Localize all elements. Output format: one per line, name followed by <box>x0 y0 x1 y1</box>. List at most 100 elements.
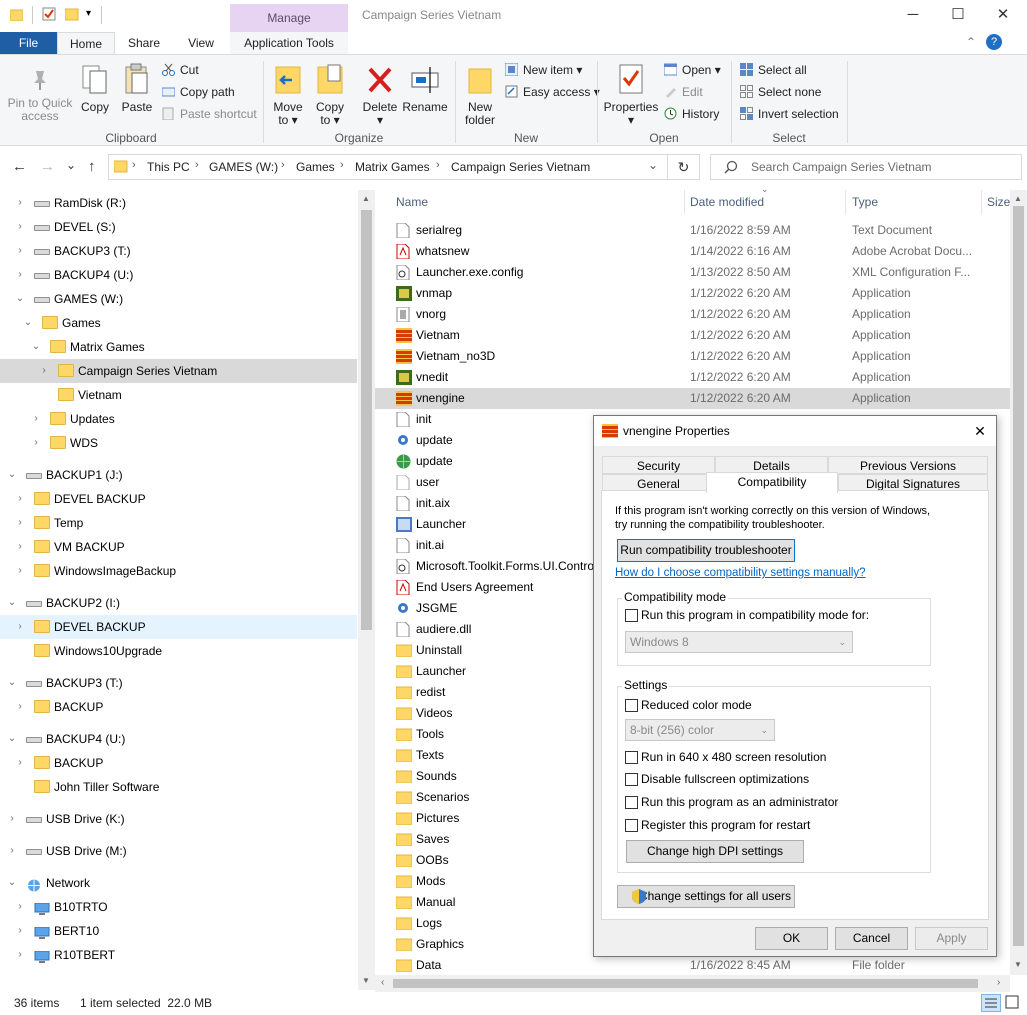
expand-chevron-icon[interactable]: › <box>6 807 18 831</box>
new-item-button[interactable]: New item ▾ <box>504 61 582 79</box>
tree-item[interactable]: › BACKUP <box>0 695 357 719</box>
tab-file[interactable]: File <box>0 32 57 54</box>
tab-view[interactable]: View <box>178 32 224 54</box>
fullscreen-opt-checkbox[interactable] <box>625 773 638 786</box>
change-dpi-button[interactable]: Change high DPI settings <box>626 840 804 863</box>
collapse-chevron-icon[interactable]: ⌄ <box>6 871 18 895</box>
expand-chevron-icon[interactable]: › <box>14 511 26 535</box>
tree-item[interactable]: ⌄ BACKUP2 (I:) <box>0 591 357 615</box>
forward-arrow-icon[interactable]: → <box>40 158 55 175</box>
collapse-chevron-icon[interactable]: ⌄ <box>14 287 26 311</box>
expand-chevron-icon[interactable]: › <box>6 839 18 863</box>
tab-compatibility[interactable]: Compatibility <box>706 472 838 493</box>
collapse-chevron-icon[interactable]: ⌄ <box>30 335 42 359</box>
tree-item[interactable]: ⌄ BACKUP3 (T:) <box>0 671 357 695</box>
expand-chevron-icon[interactable]: › <box>14 751 26 775</box>
file-row[interactable]: Vietnam 1/12/2022 6:20 AM Application <box>375 325 1010 346</box>
file-row[interactable]: Vietnam_no3D 1/12/2022 6:20 AM Application <box>375 346 1010 367</box>
ribbon-collapse-icon[interactable]: ⌃ <box>966 35 976 49</box>
paste-button[interactable]: Paste <box>120 63 154 114</box>
tree-item[interactable]: › WindowsImageBackup <box>0 559 357 583</box>
paste-shortcut-button[interactable]: Paste shortcut <box>162 105 257 123</box>
run-troubleshooter-button[interactable]: Run compatibility troubleshooter <box>617 539 795 562</box>
tree-item[interactable]: › USB Drive (K:) <box>0 807 357 831</box>
quick-access-dropdown-icon[interactable]: ▾ <box>86 8 91 19</box>
properties-quick-icon[interactable] <box>42 7 56 21</box>
edit-button[interactable]: Edit <box>664 83 703 101</box>
maximize-button[interactable]: ☐ <box>935 0 981 30</box>
open-button[interactable]: Open ▾ <box>663 61 721 79</box>
breadcrumb-campaign-series-vietnam[interactable]: Campaign Series Vietnam <box>451 160 590 174</box>
large-icons-view-icon[interactable] <box>1003 994 1023 1012</box>
expand-chevron-icon[interactable]: › <box>30 431 42 455</box>
properties-button[interactable]: Properties ▾ <box>603 63 659 127</box>
breadcrumb-matrix-games[interactable]: Matrix Games <box>355 160 430 174</box>
details-view-icon[interactable] <box>981 994 1001 1012</box>
expand-chevron-icon[interactable]: › <box>14 487 26 511</box>
invert-selection-button[interactable]: Invert selection <box>740 105 839 123</box>
breadcrumb-chevron-icon[interactable]: › <box>436 159 440 171</box>
back-arrow-icon[interactable]: ← <box>12 158 27 175</box>
tab-previous-versions[interactable]: Previous Versions <box>828 456 988 474</box>
tree-item[interactable]: Windows10Upgrade <box>0 639 357 663</box>
tree-item[interactable]: ⌄ Network <box>0 871 357 895</box>
tree-item[interactable]: › DEVEL BACKUP <box>0 615 357 639</box>
expand-chevron-icon[interactable]: › <box>14 943 26 967</box>
tree-item[interactable]: › B10TRTO <box>0 895 357 919</box>
expand-chevron-icon[interactable]: › <box>14 919 26 943</box>
tree-item[interactable]: › R10TBERT <box>0 943 357 967</box>
ok-button[interactable]: OK <box>755 927 828 950</box>
file-row[interactable]: vnengine 1/12/2022 6:20 AM Application <box>375 388 1010 409</box>
cancel-button[interactable]: Cancel <box>835 927 908 950</box>
help-icon[interactable]: ? <box>986 34 1002 50</box>
delete-button[interactable]: Delete ▾ <box>361 63 399 127</box>
breadcrumb-games-drive[interactable]: GAMES (W:) <box>209 160 278 174</box>
file-row[interactable]: Data 1/16/2022 8:45 AM File folder <box>375 955 1010 975</box>
manual-settings-link[interactable]: How do I choose compatibility settings m… <box>615 567 866 579</box>
run-as-admin-checkbox[interactable] <box>625 796 638 809</box>
compat-mode-checkbox[interactable] <box>625 609 638 622</box>
address-dropdown-icon[interactable]: ⌄ <box>648 158 658 172</box>
change-all-users-button[interactable]: Change settings for all users <box>617 885 795 908</box>
expand-chevron-icon[interactable]: › <box>30 407 42 431</box>
tree-item[interactable]: › BERT10 <box>0 919 357 943</box>
breadcrumb-this-pc[interactable]: This PC <box>147 160 190 174</box>
cut-button[interactable]: Cut <box>162 61 199 79</box>
collapse-chevron-icon[interactable]: ⌄ <box>6 591 18 615</box>
tree-item[interactable]: › DEVEL BACKUP <box>0 487 357 511</box>
expand-chevron-icon[interactable]: › <box>38 359 50 383</box>
minimize-button[interactable]: ─ <box>890 0 936 30</box>
breadcrumb-chevron-icon[interactable]: › <box>195 159 199 171</box>
expand-chevron-icon[interactable]: › <box>14 559 26 583</box>
tab-share[interactable]: Share <box>120 32 168 54</box>
breadcrumb-chevron-icon[interactable]: › <box>340 159 344 171</box>
color-depth-select[interactable]: 8-bit (256) color ⌄ <box>625 719 775 741</box>
tree-item[interactable]: › BACKUP3 (T:) <box>0 239 357 263</box>
compat-os-select[interactable]: Windows 8 ⌄ <box>625 631 853 653</box>
expand-chevron-icon[interactable]: › <box>14 215 26 239</box>
tree-item[interactable]: › Campaign Series Vietnam <box>0 359 357 383</box>
tree-item[interactable]: › BACKUP4 (U:) <box>0 263 357 287</box>
navigation-scrollbar[interactable]: ▲ ▼ <box>358 190 375 990</box>
manage-context-tab[interactable]: Manage <box>230 4 348 32</box>
history-button[interactable]: History <box>664 105 719 123</box>
tree-item[interactable]: ⌄ Matrix Games <box>0 335 357 359</box>
tree-item[interactable]: John Tiller Software <box>0 775 357 799</box>
rename-button[interactable]: Rename <box>402 63 448 114</box>
expand-chevron-icon[interactable]: › <box>14 535 26 559</box>
res-640-checkbox[interactable] <box>625 751 638 764</box>
register-restart-checkbox[interactable] <box>625 819 638 832</box>
expand-chevron-icon[interactable]: › <box>14 191 26 215</box>
file-row[interactable]: vnorg 1/12/2022 6:20 AM Application <box>375 304 1010 325</box>
collapse-chevron-icon[interactable]: ⌄ <box>6 463 18 487</box>
up-arrow-icon[interactable]: ↑ <box>88 158 96 175</box>
tree-item[interactable]: Vietnam <box>0 383 357 407</box>
select-none-button[interactable]: Select none <box>740 83 821 101</box>
expand-chevron-icon[interactable]: › <box>14 895 26 919</box>
file-row[interactable]: vnmap 1/12/2022 6:20 AM Application <box>375 283 1010 304</box>
file-row[interactable]: whatsnew 1/14/2022 6:16 AM Adobe Acrobat D… <box>375 241 1010 262</box>
collapse-chevron-icon[interactable]: ⌄ <box>6 671 18 695</box>
apply-button[interactable]: Apply <box>915 927 988 950</box>
copy-to-button[interactable]: Copy to ▾ <box>312 63 348 127</box>
collapse-chevron-icon[interactable]: ⌄ <box>6 727 18 751</box>
